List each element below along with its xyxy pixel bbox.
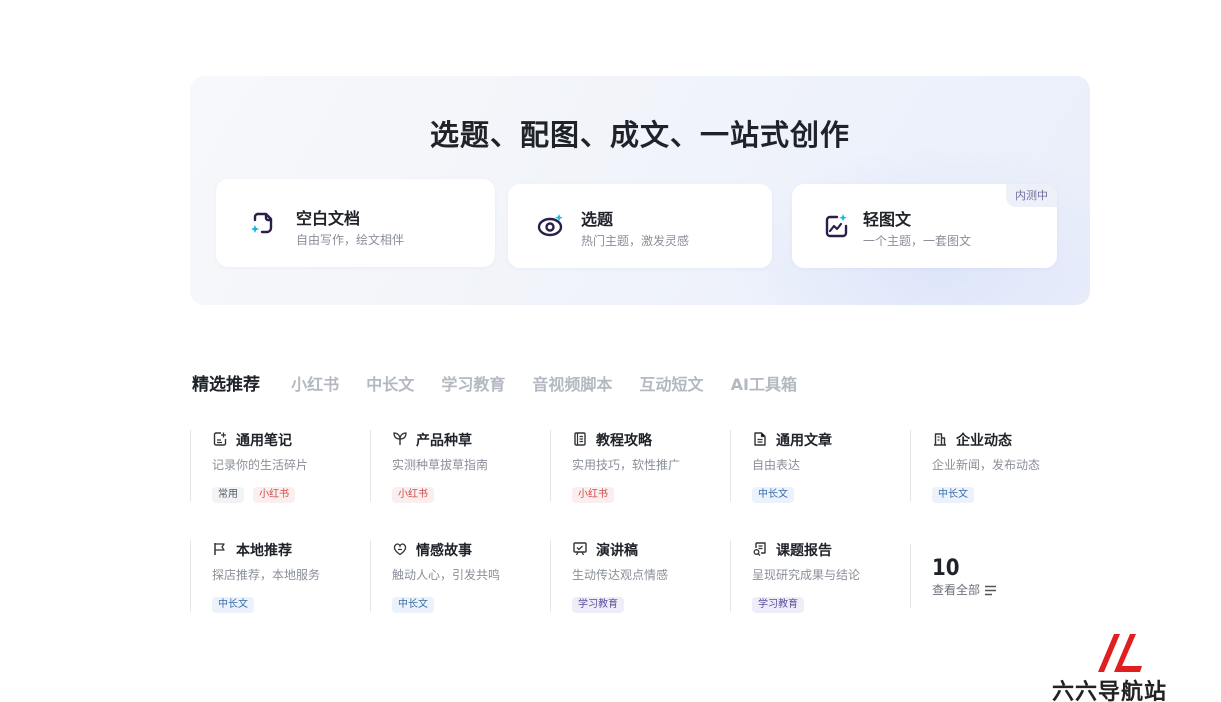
logo-text: 六六导航站 xyxy=(1052,680,1168,702)
view-all-count: 10 xyxy=(932,556,960,581)
site-logo: 六六导航站 xyxy=(1052,630,1192,702)
template-card-product-review[interactable]: 产品种草 实测种草拔草指南 小红书 xyxy=(370,430,540,503)
report-icon xyxy=(753,542,766,556)
template-desc: 呈现研究成果与结论 xyxy=(752,568,861,582)
template-title: 通用笔记 xyxy=(236,433,292,449)
hero-title: 选题、配图、成文、一站式创作 xyxy=(429,118,850,152)
template-desc: 记录你的生活碎片 xyxy=(212,458,309,472)
template-card-speech[interactable]: 演讲稿 生动传达观点情感 学习教育 xyxy=(550,540,720,613)
building-icon xyxy=(934,433,946,446)
template-desc: 企业新闻，发布动态 xyxy=(932,458,1041,472)
tag: 中长文 xyxy=(932,487,974,503)
view-all-label: 查看全部 xyxy=(932,581,1060,598)
template-title: 产品种草 xyxy=(416,433,472,449)
tag: 小红书 xyxy=(253,487,296,503)
view-all-button[interactable]: 10 查看全部 xyxy=(910,544,1060,608)
tab-long-article[interactable]: 中长文 xyxy=(366,371,414,395)
template-card-emotional-story[interactable]: 情感故事 触动人心，引发共鸣 中长文 xyxy=(370,540,540,613)
template-card-general-article[interactable]: 通用文章 自由表达 中长文 xyxy=(730,430,900,503)
heart-story-icon xyxy=(393,543,407,556)
category-tabs: 精选推荐 小红书 中长文 学习教育 音视频脚本 互动短文 AI工具箱 xyxy=(192,370,819,395)
view-all-text: 查看全部 xyxy=(932,583,981,597)
tab-xiaohongshu[interactable]: 小红书 xyxy=(291,371,339,395)
template-title: 通用文章 xyxy=(776,433,832,449)
tag: 小红书 xyxy=(392,487,434,503)
tab-education[interactable]: 学习教育 xyxy=(441,371,505,395)
card-desc: 热门主题，激发灵感 xyxy=(581,234,690,248)
tag: 中长文 xyxy=(392,597,434,613)
tag: 中长文 xyxy=(752,487,794,503)
tag: 学习教育 xyxy=(752,597,804,613)
card-title: 空白文档 xyxy=(296,209,361,228)
template-card-general-note[interactable]: 通用笔记 记录你的生活碎片 常用 小红书 xyxy=(190,430,360,503)
image-text-card[interactable]: 内测中 轻图文 一个主题，一套图文 xyxy=(792,184,1057,268)
image-text-icon xyxy=(825,214,848,238)
template-desc: 生动传达观点情感 xyxy=(572,568,669,582)
tag: 小红书 xyxy=(572,487,614,503)
flag-icon xyxy=(214,543,225,555)
template-card-company-news[interactable]: 企业动态 企业新闻，发布动态 中长文 xyxy=(910,430,1080,503)
template-title: 演讲稿 xyxy=(596,543,638,559)
speech-board-icon xyxy=(573,542,587,556)
tab-interactive-short[interactable]: 互动短文 xyxy=(640,371,704,395)
template-card-tutorial[interactable]: 教程攻略 实用技巧，软性推广 小红书 xyxy=(550,430,720,503)
template-desc: 自由表达 xyxy=(752,458,801,472)
card-title: 选题 xyxy=(581,210,614,229)
template-title: 教程攻略 xyxy=(596,433,652,449)
template-desc: 探店推荐，本地服务 xyxy=(212,568,321,582)
card-desc: 一个主题，一套图文 xyxy=(863,234,972,248)
template-title: 情感故事 xyxy=(416,543,472,559)
book-icon xyxy=(574,432,586,446)
beta-badge: 内测中 xyxy=(1006,184,1057,207)
template-desc: 实测种草拔草指南 xyxy=(392,458,489,472)
template-grid: 通用笔记 记录你的生活碎片 常用 小红书 产品种草 实测种草拔草指南 小红书 教… xyxy=(190,430,1100,620)
sprout-icon xyxy=(393,432,407,445)
template-desc: 触动人心，引发共鸣 xyxy=(392,568,501,582)
blank-doc-card[interactable]: 空白文档 自由写作，绘文相伴 xyxy=(216,179,495,267)
blank-doc-icon xyxy=(251,212,273,234)
hero-panel: 选题、配图、成文、一站式创作 空白文档 自由写作，绘文相伴 选题 热门主题，激发… xyxy=(190,76,1090,305)
template-card-local-recommend[interactable]: 本地推荐 探店推荐，本地服务 中长文 xyxy=(190,540,360,613)
template-title: 课题报告 xyxy=(776,543,832,559)
topic-card[interactable]: 选题 热门主题，激发灵感 xyxy=(508,184,772,268)
tab-av-script[interactable]: 音视频脚本 xyxy=(532,371,612,395)
list-icon xyxy=(985,585,997,596)
document-icon xyxy=(754,432,766,446)
note-edit-icon xyxy=(213,432,227,446)
tag: 中长文 xyxy=(212,597,254,613)
tab-featured[interactable]: 精选推荐 xyxy=(192,370,260,395)
tab-ai-toolbox[interactable]: AI工具箱 xyxy=(731,371,797,395)
template-title: 本地推荐 xyxy=(236,543,292,559)
template-desc: 实用技巧，软性推广 xyxy=(572,458,681,472)
logo-mark-icon xyxy=(1098,634,1142,672)
tag: 常用 xyxy=(212,487,244,503)
template-title: 企业动态 xyxy=(956,433,1012,449)
tag: 学习教育 xyxy=(572,597,624,613)
card-desc: 自由写作，绘文相伴 xyxy=(296,233,405,247)
template-card-research-report[interactable]: 课题报告 呈现研究成果与结论 学习教育 xyxy=(730,540,900,613)
card-title: 轻图文 xyxy=(863,210,912,229)
topic-eye-icon xyxy=(537,214,563,237)
